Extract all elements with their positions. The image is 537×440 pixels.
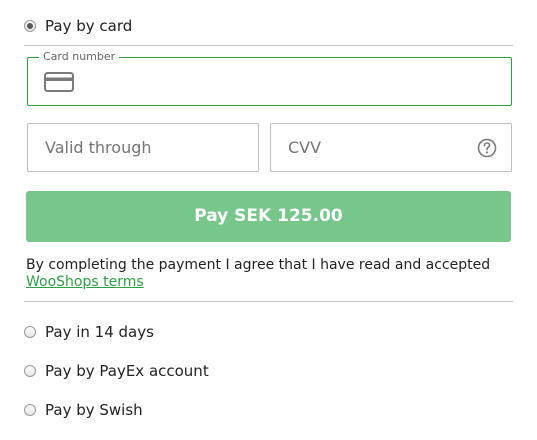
- card-radio[interactable]: [24, 20, 36, 32]
- valid-through-placeholder: Valid through: [45, 138, 152, 157]
- payment-option-swish[interactable]: Pay by Swish: [24, 400, 143, 420]
- cvv-placeholder: CVV: [288, 138, 322, 157]
- terms-link[interactable]: WooShops terms: [26, 274, 144, 290]
- valid-through-field[interactable]: Valid through: [27, 123, 259, 172]
- credit-card-icon: [44, 72, 74, 92]
- payment-option-payex[interactable]: Pay by PayEx account: [24, 361, 209, 381]
- terms-text: By completing the payment I agree that I…: [26, 257, 516, 291]
- card-option-label: Pay by card: [45, 17, 133, 35]
- payment-option-invoice[interactable]: Pay in 14 days: [24, 322, 154, 342]
- divider: [24, 45, 513, 46]
- card-number-legend: Card number: [39, 50, 120, 64]
- terms-statement: By completing the payment I agree that I…: [26, 257, 491, 273]
- swish-radio[interactable]: [24, 404, 36, 416]
- cvv-field[interactable]: CVV: [270, 123, 512, 172]
- invoice-option-label: Pay in 14 days: [45, 323, 154, 341]
- divider: [24, 301, 513, 302]
- invoice-radio[interactable]: [24, 326, 36, 338]
- question-circle-icon[interactable]: [477, 138, 497, 158]
- pay-button[interactable]: Pay SEK 125.00: [26, 191, 511, 242]
- card-number-field[interactable]: Card number: [27, 50, 512, 106]
- payex-radio[interactable]: [24, 365, 36, 377]
- swish-option-label: Pay by Swish: [45, 401, 143, 419]
- payment-option-card[interactable]: Pay by card: [24, 16, 132, 36]
- payex-option-label: Pay by PayEx account: [45, 362, 209, 380]
